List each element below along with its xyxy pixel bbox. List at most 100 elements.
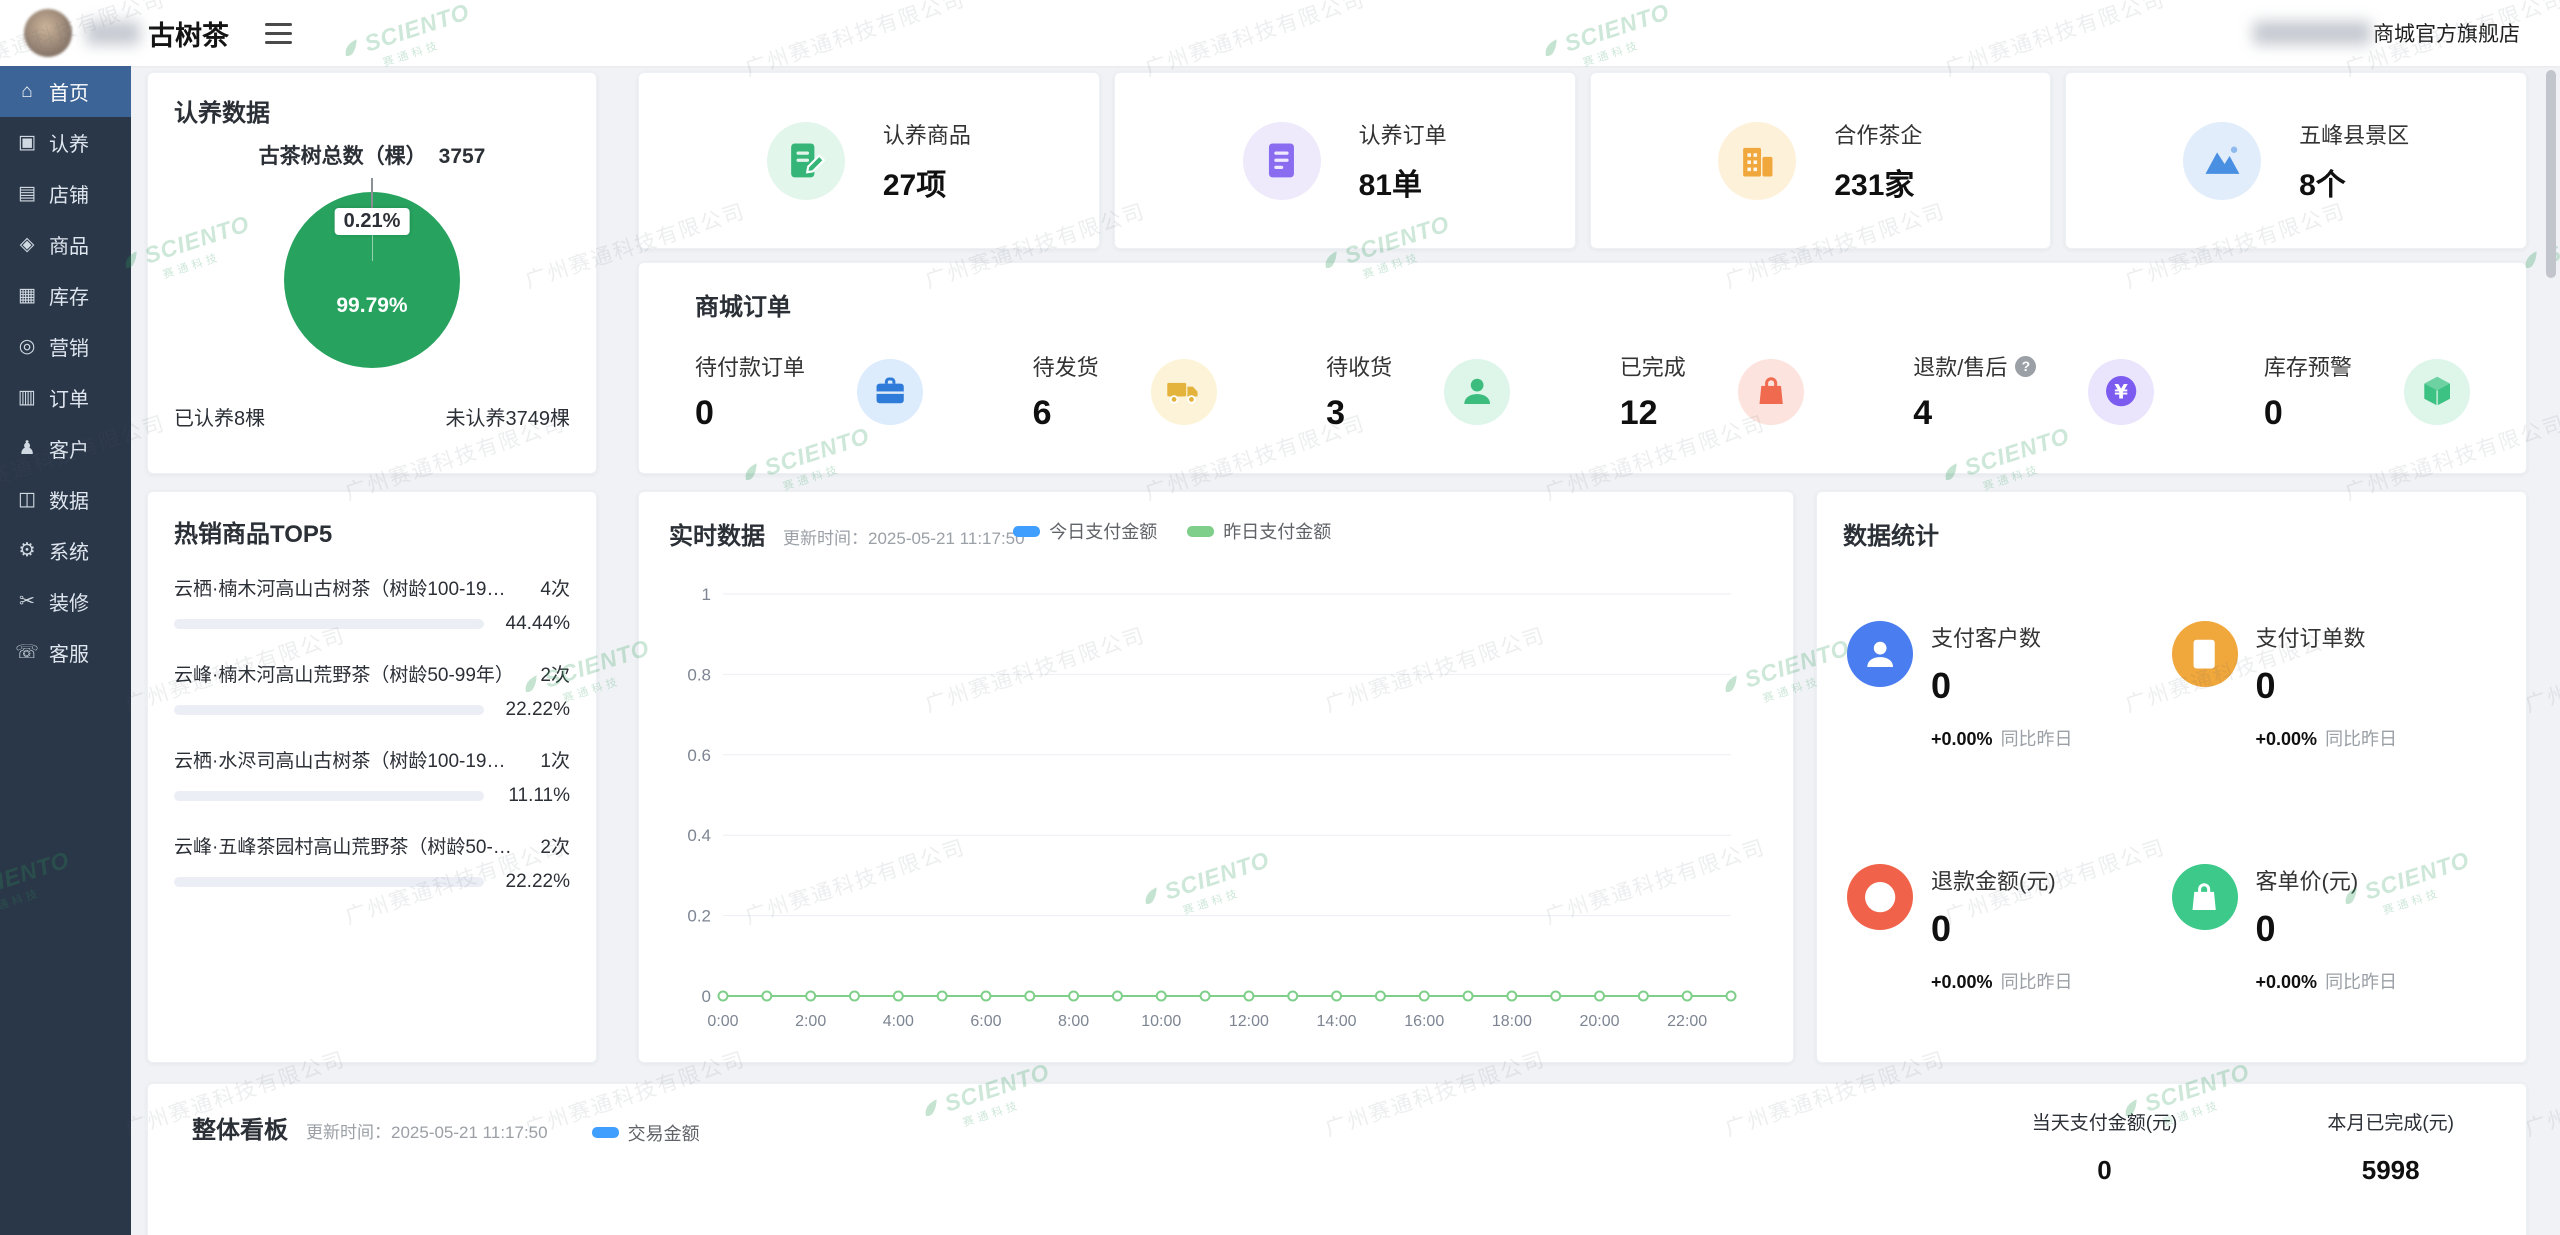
sidebar-item-data[interactable]: ◫数据: [0, 474, 131, 525]
data-stat-pay-orders: 支付订单数 0 +0.00%同比昨日: [2172, 559, 2497, 802]
data-stat-text: 客单价(元) 0 +0.00%同比昨日: [2256, 864, 2398, 994]
stat-label: 认养商品: [883, 118, 971, 150]
sidebar-item-marketing[interactable]: ◎营销: [0, 321, 131, 372]
order-stat-value: 12: [1620, 394, 1686, 433]
scrollbar-thumb[interactable]: [2546, 70, 2556, 278]
sidebar-item-label: 系统: [49, 536, 89, 565]
svg-text:2:00: 2:00: [795, 1013, 826, 1030]
help-icon[interactable]: ?: [2015, 356, 2036, 377]
adoption-data-card: 认养数据 古茶树总数（棵）3757 0.21% 99.79% 已认养8棵 未认养…: [147, 72, 597, 474]
marketing-icon: ◎: [15, 335, 39, 358]
order-stat-pending-receipt[interactable]: 待收货3: [1326, 350, 1510, 433]
legend-swatch: [1013, 526, 1040, 537]
mall-orders-card: 商城订单 待付款订单0待发货6待收货3已完成12退款/售后?4¥库存预警0: [638, 262, 2527, 474]
card-title: 数据统计: [1843, 516, 2500, 551]
sidebar-item-goods[interactable]: ◈商品: [0, 219, 131, 270]
svg-text:0.4: 0.4: [687, 826, 711, 845]
sidebar-item-label: 店铺: [49, 179, 89, 208]
order-stat-refund-aftersale[interactable]: 退款/售后?4¥: [1913, 350, 2154, 433]
pay-customers-icon: [1847, 621, 1913, 687]
completed-icon: [1738, 359, 1804, 425]
data-stat-label: 支付客户数: [1931, 621, 2073, 653]
order-stat-value: 0: [695, 394, 805, 433]
menu-toggle-icon[interactable]: [265, 23, 292, 44]
decoration-icon: ✂: [15, 590, 39, 613]
order-stat-stock-warning[interactable]: 库存预警0: [2264, 350, 2470, 433]
order-stat-completed[interactable]: 已完成12: [1620, 350, 1804, 433]
adopt-goods-icon: [767, 122, 845, 200]
svg-text:0.6: 0.6: [687, 746, 711, 765]
header: 古树茶 商城官方旗舰店: [0, 0, 2560, 66]
legend-item[interactable]: 今日支付金额: [1013, 518, 1157, 544]
card-title: 认养数据: [174, 93, 570, 128]
sidebar-item-shop[interactable]: ▤店铺: [0, 168, 131, 219]
data-stat-refund-amount: ¥ 退款金额(元) 0 +0.00%同比昨日: [1847, 802, 2172, 1045]
sidebar-item-home[interactable]: ⌂首页: [0, 66, 131, 117]
page-title: 古树茶: [148, 14, 229, 53]
sidebar-menu: ⌂首页 ▣ 认养 ▤店铺◈商品▦库存◎营销▥订单♟客户◫数据 ⚙ 系统 ✂装修☏客服: [0, 66, 131, 678]
legend-label: 交易金额: [628, 1120, 700, 1146]
stat-info: 认养订单81单: [1359, 118, 1447, 204]
card-title: 整体看板: [192, 1110, 288, 1145]
order-stat-text: 待付款订单0: [695, 350, 805, 433]
svg-text:¥: ¥: [2115, 381, 2129, 404]
tree-total: 古茶树总数（棵）3757: [174, 140, 570, 170]
sidebar-item-orders[interactable]: ▥订单: [0, 372, 131, 423]
sidebar-item-inventory[interactable]: ▦库存: [0, 270, 131, 321]
pending-shipment-icon: [1151, 359, 1217, 425]
adoption-icon: ▣: [15, 131, 39, 154]
sidebar-item-label: 认养: [49, 128, 89, 157]
legend-swatch: [592, 1127, 619, 1138]
sidebar-item-customers[interactable]: ♟客户: [0, 423, 131, 474]
card-title: 商城订单: [695, 287, 2470, 322]
product-name: 云峰·楠木河高山荒野茶（树龄50-99年）: [174, 660, 514, 687]
delta-value: +0.00%: [2256, 972, 2318, 992]
svg-text:22:00: 22:00: [1667, 1013, 1707, 1030]
legend-label: 今日支付金额: [1049, 518, 1157, 544]
order-stat-value: 6: [1033, 394, 1099, 433]
adoption-pie-chart: 0.21% 99.79%: [174, 174, 570, 386]
hot-products-card: 热销商品TOP5 云栖·楠木河高山古树茶（树龄100-199年）4次 44.44…: [147, 491, 597, 1063]
sidebar-item-service[interactable]: ☏客服: [0, 627, 131, 678]
realtime-line-chart: 00.20.40.60.810:002:004:006:008:0010:001…: [665, 580, 1767, 1040]
realtime-chart-area: 00.20.40.60.810:002:004:006:008:0010:001…: [665, 580, 1767, 1040]
sidebar-item-decoration[interactable]: ✂装修: [0, 576, 131, 627]
realtime-data-card: 实时数据 更新时间：2025-05-21 11:17:50 今日支付金额昨日支付…: [638, 491, 1794, 1063]
sidebar: ⌂首页 ▣ 认养 ▤店铺◈商品▦库存◎营销▥订单♟客户◫数据 ⚙ 系统 ✂装修☏客服: [0, 66, 131, 1235]
overview-stat-label: 当天支付金额(元): [2032, 1108, 2178, 1135]
stat-cards-row: 认养商品27项 认养订单81单 合作茶企231家五峰县景区8个: [638, 72, 2527, 249]
svg-text:1: 1: [702, 585, 711, 604]
system-icon: ⚙: [15, 539, 39, 562]
order-stat-pending-payment[interactable]: 待付款订单0: [695, 350, 923, 433]
data-stat-text: 支付订单数 0 +0.00%同比昨日: [2256, 621, 2398, 751]
data-stat-label: 客单价(元): [2256, 864, 2398, 896]
avatar[interactable]: [24, 9, 72, 57]
avg-order-value-icon: [2172, 864, 2238, 930]
scrollbar[interactable]: [2546, 70, 2558, 1230]
stat-card-adopt-orders[interactable]: 认养订单81单: [1114, 72, 1576, 249]
data-stat-pay-customers: 支付客户数 0 +0.00%同比昨日: [1847, 559, 2172, 802]
stat-card-adopt-goods[interactable]: 认养商品27项: [638, 72, 1100, 249]
data-stat-value: 0: [1931, 665, 2073, 707]
chart-legend: 今日支付金额 昨日支付金额: [1013, 518, 1331, 544]
data-stat-value: 0: [1931, 908, 2073, 950]
stat-card-tea-partners[interactable]: 合作茶企231家: [1590, 72, 2052, 249]
sidebar-item-adoption[interactable]: ▣ 认养: [0, 117, 131, 168]
stat-value: 231家: [1834, 160, 1922, 204]
order-stat-text: 待收货3: [1326, 350, 1392, 433]
legend-swatch: [1187, 526, 1214, 537]
sale-count: 1次: [540, 746, 570, 773]
order-stat-pending-shipment[interactable]: 待发货6: [1033, 350, 1217, 433]
unadopted-label: 未认养3749棵: [446, 402, 571, 431]
refund-amount-icon: ¥: [1847, 864, 1913, 930]
overview-stat-label: 本月已完成(元): [2327, 1108, 2454, 1135]
svg-text:4:00: 4:00: [883, 1013, 914, 1030]
stat-card-scenic-spots[interactable]: 五峰县景区8个: [2065, 72, 2527, 249]
sale-percent: 22.22%: [498, 699, 570, 721]
sidebar-item-system[interactable]: ⚙ 系统: [0, 525, 131, 576]
pending-receipt-icon: [1444, 359, 1510, 425]
legend-item[interactable]: 昨日支付金额: [1187, 518, 1331, 544]
svg-text:8:00: 8:00: [1058, 1013, 1089, 1030]
orders-row: 待付款订单0待发货6待收货3已完成12退款/售后?4¥库存预警0: [695, 350, 2470, 433]
order-stat-label: 库存预警: [2264, 350, 2352, 382]
